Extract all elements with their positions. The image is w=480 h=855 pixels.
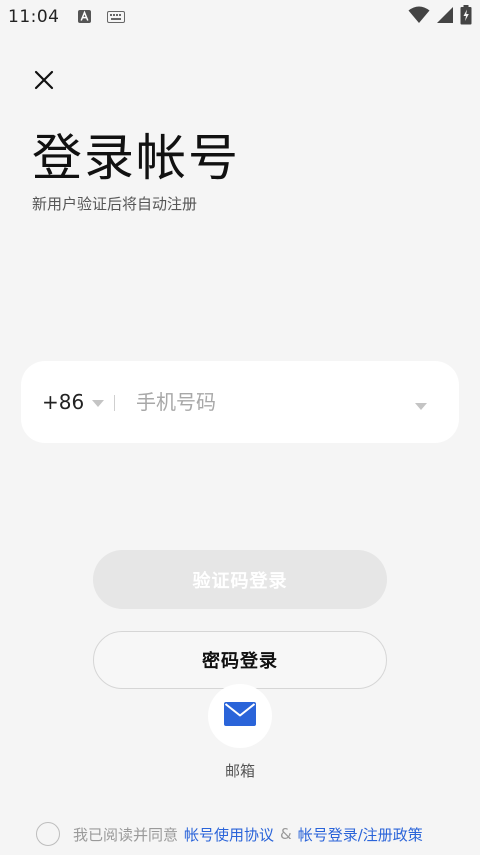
mail-icon (224, 702, 256, 730)
page-title: 登录帐号 (32, 129, 240, 187)
keyboard-icon (106, 8, 125, 27)
email-login-label: 邮箱 (224, 762, 255, 780)
agreement-joiner: & (280, 825, 292, 843)
status-time: 11:04 (8, 7, 60, 27)
status-left-icons (77, 8, 125, 27)
agreement-prefix: 我已阅读并同意 (73, 825, 179, 844)
battery-charging-icon (460, 5, 472, 29)
sms-login-button[interactable]: 验证码登录 (93, 550, 387, 609)
close-button[interactable] (28, 66, 60, 98)
field-divider (114, 395, 115, 411)
agreement-checkbox[interactable] (36, 822, 60, 846)
phone-number-input[interactable] (136, 381, 396, 423)
email-login-button[interactable] (208, 684, 272, 748)
status-bar: 11:04 (0, 0, 480, 34)
wifi-icon (408, 6, 430, 28)
a-letter-icon (77, 8, 91, 27)
page-subtitle: 新用户验证后将自动注册 (32, 195, 198, 213)
registration-policy-link[interactable]: 帐号登录/注册政策 (298, 824, 423, 845)
status-right-icons (408, 5, 472, 29)
terms-of-use-link[interactable]: 帐号使用协议 (184, 824, 274, 845)
password-login-button[interactable]: 密码登录 (93, 631, 387, 689)
chevron-down-icon (92, 393, 105, 412)
phone-history-dropdown-icon[interactable] (415, 396, 427, 415)
signal-icon (436, 6, 454, 28)
agreement-row: 我已阅读并同意 帐号使用协议 & 帐号登录/注册政策 (36, 821, 423, 847)
close-icon (33, 69, 55, 95)
country-code-selector[interactable]: +86 (42, 361, 105, 443)
country-code-value: +86 (42, 390, 85, 414)
phone-input-card: +86 (21, 361, 459, 443)
